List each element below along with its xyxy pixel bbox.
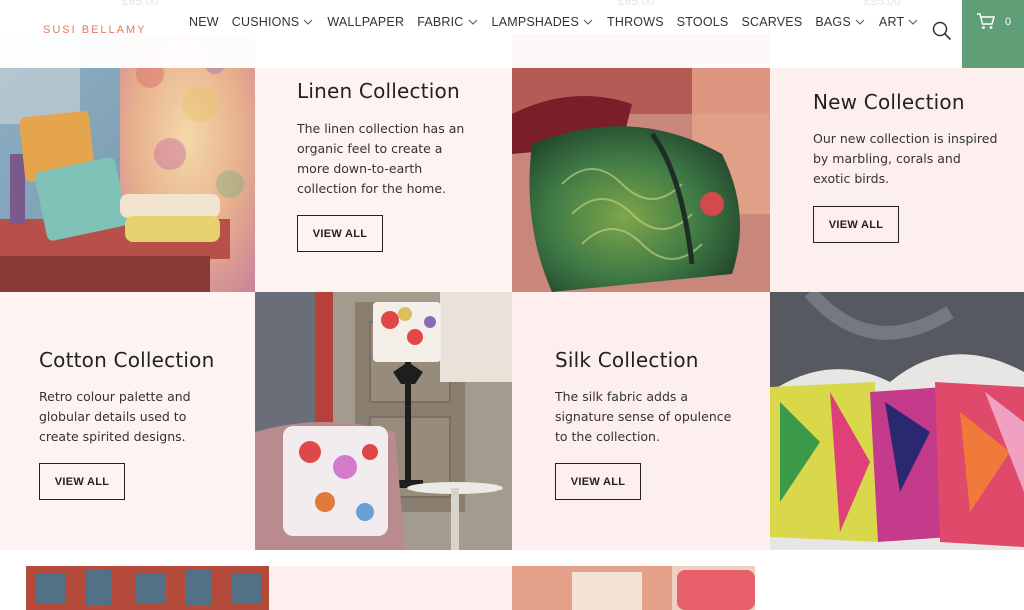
- nav-item-bags[interactable]: BAGS: [815, 15, 866, 29]
- linen-collection-panel: Linen Collection The linen collection ha…: [255, 34, 512, 292]
- new-view-all-button[interactable]: VIEW ALL: [813, 206, 899, 243]
- nav-item-new[interactable]: NEW: [189, 15, 219, 29]
- nav-item-cushions[interactable]: CUSHIONS: [232, 15, 315, 29]
- cart-icon: [977, 13, 995, 29]
- linen-view-all-button[interactable]: VIEW ALL: [297, 215, 383, 252]
- cotton-collection-image[interactable]: [255, 292, 512, 550]
- cotton-collection-panel: Cotton Collection Retro colour palette a…: [0, 292, 255, 550]
- site-logo[interactable]: SUSI BELLAMY: [43, 24, 146, 36]
- new-collection-title: New Collection: [813, 90, 965, 114]
- linen-collection-title: Linen Collection: [297, 79, 460, 103]
- nav-item-stools[interactable]: STOOLS: [677, 15, 729, 29]
- ghost-price: £95.00: [618, 0, 655, 8]
- new-collection-panel: New Collection Our new collection is ins…: [770, 68, 1024, 292]
- site-header: £95.00 £95.00 £95.00 SUSI BELLAMY NEW CUS…: [0, 0, 1024, 68]
- nav-item-label: SCARVES: [741, 15, 803, 29]
- linen-collection-description: The linen collection has an organic feel…: [297, 121, 465, 196]
- nav-item-label: WALLPAPER: [327, 15, 405, 29]
- nav-item-label: FABRIC: [417, 15, 464, 29]
- new-collection-image[interactable]: [512, 34, 770, 292]
- nav-item-label: ART: [878, 15, 905, 29]
- chevron-down-icon: [583, 19, 593, 25]
- silk-collection-panel: Silk Collection The silk fabric adds a s…: [512, 292, 770, 550]
- cotton-collection-description: Retro colour palette and globular detail…: [39, 389, 191, 444]
- nav-item-label: STOOLS: [676, 15, 729, 29]
- main-nav: NEW CUSHIONS WALLPAPER FABRIC LAMPSHADES THRO…: [189, 15, 932, 29]
- linen-collection-image[interactable]: [0, 34, 255, 292]
- nav-item-wallpaper[interactable]: WALLPAPER: [327, 15, 404, 29]
- nav-item-label: LAMPSHADES: [491, 15, 579, 29]
- nav-item-lampshades[interactable]: LAMPSHADES: [492, 15, 594, 29]
- nav-item-scarves[interactable]: SCARVES: [741, 15, 802, 29]
- collection-image-row3-2[interactable]: [512, 566, 755, 610]
- silk-collection-title: Silk Collection: [555, 348, 699, 372]
- chevron-down-icon: [855, 19, 865, 25]
- nav-item-label: THROWS: [607, 15, 664, 29]
- collection-image-row3-1[interactable]: [26, 566, 269, 610]
- new-collection-description: Our new collection is inspired by marbli…: [813, 131, 998, 186]
- silk-collection-image[interactable]: [770, 292, 1024, 550]
- silk-collection-description: The silk fabric adds a signature sense o…: [555, 389, 732, 444]
- cotton-view-all-button[interactable]: VIEW ALL: [39, 463, 125, 500]
- collection-panel-row3: [269, 566, 512, 610]
- cotton-collection-title: Cotton Collection: [39, 348, 215, 372]
- chevron-down-icon: [908, 19, 918, 25]
- search-icon[interactable]: [932, 21, 952, 41]
- cart-count: 0: [1005, 16, 1012, 28]
- nav-item-fabric[interactable]: FABRIC: [417, 15, 478, 29]
- nav-item-art[interactable]: ART: [879, 15, 919, 29]
- nav-item-label: NEW: [189, 15, 219, 29]
- ghost-price: £95.00: [122, 0, 159, 8]
- nav-item-label: BAGS: [815, 15, 851, 29]
- chevron-down-icon: [468, 19, 477, 25]
- chevron-down-icon: [304, 19, 313, 25]
- nav-item-label: CUSHIONS: [231, 15, 300, 29]
- nav-item-throws[interactable]: THROWS: [607, 15, 664, 29]
- silk-view-all-button[interactable]: VIEW ALL: [555, 463, 641, 500]
- ghost-price: £95.00: [864, 0, 901, 8]
- cart-button[interactable]: 0: [962, 0, 1024, 68]
